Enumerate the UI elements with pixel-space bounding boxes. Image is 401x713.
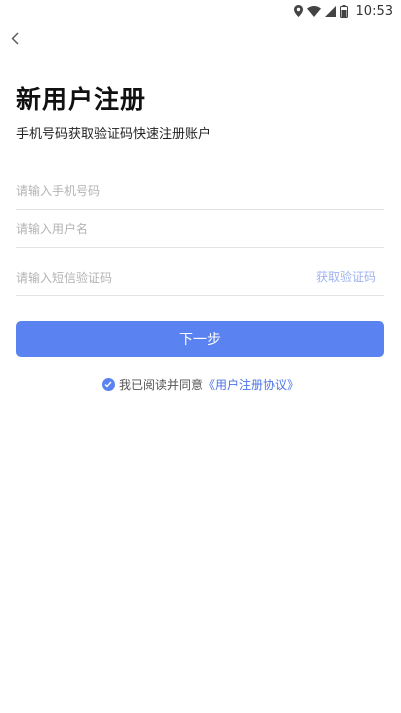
- agreement-link[interactable]: 《用户注册协议》: [203, 376, 299, 393]
- location-icon: [293, 5, 303, 17]
- status-bar: 10:53: [0, 0, 401, 22]
- phone-input[interactable]: [16, 184, 384, 198]
- page-title: 新用户注册: [16, 85, 147, 114]
- get-code-button[interactable]: 获取验证码: [316, 268, 376, 285]
- sms-code-field: 获取验证码: [16, 264, 384, 296]
- next-button[interactable]: 下一步: [16, 321, 384, 357]
- registration-screen: 10:53 新用户注册 手机号码获取验证码快速注册账户 获取验证码 下一步 我已…: [0, 0, 401, 713]
- agreement-checkbox[interactable]: [101, 378, 115, 391]
- back-button[interactable]: [8, 30, 22, 48]
- signal-icon: [324, 5, 336, 17]
- check-icon: [104, 381, 113, 388]
- sms-code-input[interactable]: [16, 271, 316, 285]
- chevron-left-icon: [11, 30, 19, 49]
- username-input[interactable]: [16, 222, 384, 236]
- phone-field: [16, 180, 384, 210]
- wifi-icon: [306, 5, 321, 17]
- status-time: 10:53: [355, 3, 393, 19]
- page-subtitle: 手机号码获取验证码快速注册账户: [16, 127, 212, 142]
- username-field: [16, 219, 384, 248]
- battery-icon: [339, 4, 348, 18]
- agreement-row: 我已阅读并同意 《用户注册协议》: [0, 376, 401, 393]
- agreement-text: 我已阅读并同意: [118, 378, 203, 392]
